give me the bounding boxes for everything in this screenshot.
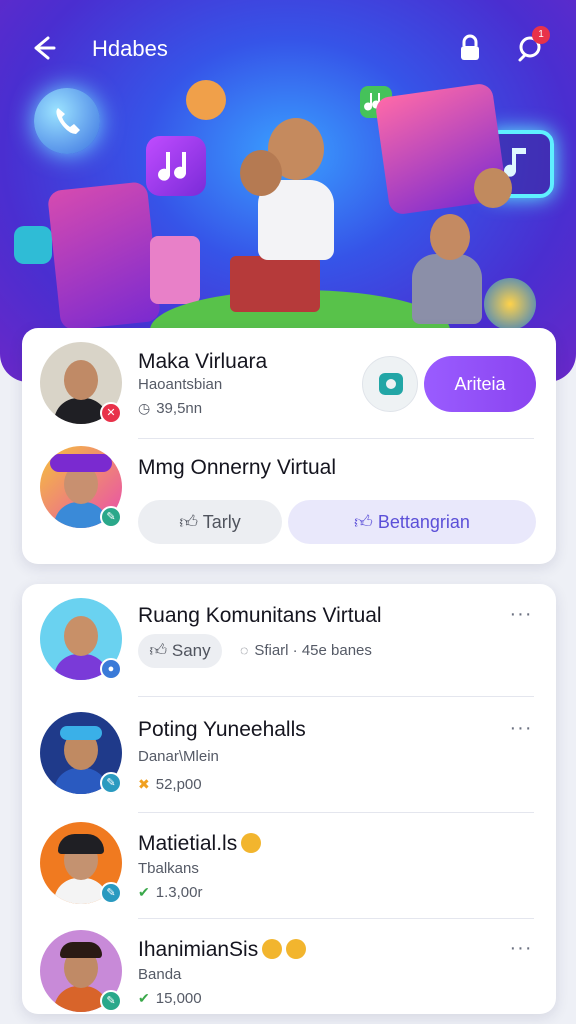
lock-icon[interactable] — [452, 30, 488, 66]
more-options-icon[interactable]: ··· — [508, 718, 534, 742]
character-illustration — [186, 80, 226, 120]
character-illustration — [430, 214, 470, 260]
featured-meta-value: 39,5nn — [156, 400, 203, 417]
music-orb-icon — [484, 278, 536, 330]
list-item-meta-value: Sfiarl · 45e banes — [254, 642, 372, 659]
more-options-icon[interactable]: ··· — [508, 938, 534, 962]
list-item-meta: ✔ 1.3,00r — [138, 884, 202, 901]
list-item-avatar[interactable]: ● — [40, 598, 122, 680]
divider — [138, 812, 534, 813]
list-item-meta: ✔ 15,000 — [138, 990, 202, 1007]
list-item-subtitle: Tbalkans — [138, 860, 199, 877]
tablet-illustration — [150, 236, 200, 304]
featured-name: Mmg Onnerny Virtual — [138, 456, 337, 479]
like-chip[interactable]: 👍︎ Sany — [138, 634, 222, 668]
notification-badge: 1 — [532, 26, 550, 44]
list-item-subtitle: Banda — [138, 966, 182, 983]
list-item-name: IhanimianSis — [138, 938, 307, 962]
top-bar: Hdabes 1 — [0, 26, 576, 68]
featured-name: Maka Virluara — [138, 350, 268, 373]
list-item-meta-value: 52,p00 — [155, 776, 202, 793]
follow-button[interactable]: Ariteia — [424, 356, 536, 412]
tablet-illustration — [46, 181, 162, 331]
avatar[interactable]: ✎ — [40, 446, 122, 528]
camera-button[interactable] — [362, 356, 418, 412]
thumbs-up-icon: 👍︎ — [179, 512, 199, 532]
hero-banner: Hdabes 1 — [0, 0, 576, 382]
character-illustration — [240, 150, 282, 196]
music-note-icon — [14, 226, 52, 264]
list-item-meta-value: 15,000 — [155, 990, 202, 1007]
music-note-icon — [146, 136, 206, 196]
list-item-meta: ✖ 52,p00 — [138, 776, 202, 793]
notification-bell-icon[interactable]: 1 — [512, 26, 550, 66]
cookie-icon — [286, 939, 307, 959]
divider — [138, 696, 534, 697]
list-item-name: Matietial.ls — [138, 832, 262, 856]
cookie-icon — [241, 833, 262, 853]
divider — [138, 438, 534, 439]
list-item-name-text: Matietial.ls — [138, 832, 238, 855]
more-options-icon[interactable]: ··· — [508, 604, 534, 628]
avatar[interactable]: ✕ — [40, 342, 122, 424]
like-chip-label: Sany — [171, 641, 211, 660]
check-icon: ✔ — [138, 990, 150, 1006]
list-item-subtitle: Danar\Mlein — [138, 748, 219, 765]
camera-icon — [379, 373, 403, 395]
like-button-label: Tarly — [202, 512, 241, 532]
list-item-name: Ruang Komunitans Virtual — [138, 604, 382, 627]
clock-icon: ◷ — [138, 400, 151, 416]
status-badge: ✎ — [100, 990, 122, 1012]
stage-box — [230, 256, 320, 312]
list-item-meta-value: 1.3,00r — [155, 884, 203, 901]
community-list: ● Ruang Komunitans Virtual ··· 👍︎ Sany ◌… — [22, 584, 556, 1014]
back-arrow-icon[interactable] — [26, 30, 62, 66]
page-title: Hdabes — [92, 36, 168, 61]
like-button[interactable]: 👍︎ Tarly — [138, 500, 282, 544]
status-badge: ✎ — [100, 882, 122, 904]
list-item-meta: ◌ Sfiarl · 45e banes — [240, 642, 372, 659]
phone-icon — [34, 88, 100, 154]
character-illustration — [412, 254, 482, 324]
share-button-label: Bettangrian — [377, 512, 470, 532]
list-item-avatar[interactable]: ✎ — [40, 822, 122, 904]
divider — [138, 918, 534, 919]
status-badge: ✎ — [100, 772, 122, 794]
character-illustration — [474, 168, 512, 208]
coin-icon — [262, 939, 283, 959]
list-item-name: Poting Yuneehalls — [138, 718, 306, 741]
thumbs-up-icon: 👍︎ — [149, 641, 168, 660]
status-badge: ✎ — [100, 506, 122, 528]
share-button[interactable]: 👍︎ Bettangrian — [288, 500, 536, 544]
list-item-avatar[interactable]: ✎ — [40, 712, 122, 794]
featured-meta: ◷ 39,5nn — [138, 400, 202, 417]
status-badge: ● — [100, 658, 122, 680]
status-badge: ✕ — [100, 402, 122, 424]
comment-icon: ◌ — [240, 642, 249, 658]
featured-card: ✕ Maka Virluara Haoantsbian ◷ 39,5nn Arit… — [22, 328, 556, 564]
featured-subtitle: Haoantsbian — [138, 376, 223, 393]
check-icon: ✔ — [138, 884, 150, 900]
list-item-avatar[interactable]: ✎ — [40, 930, 122, 1012]
coin-icon: ✖ — [138, 776, 150, 792]
list-item-name-text: IhanimianSis — [138, 938, 259, 961]
thumbs-up-icon: 👍︎ — [354, 512, 373, 532]
